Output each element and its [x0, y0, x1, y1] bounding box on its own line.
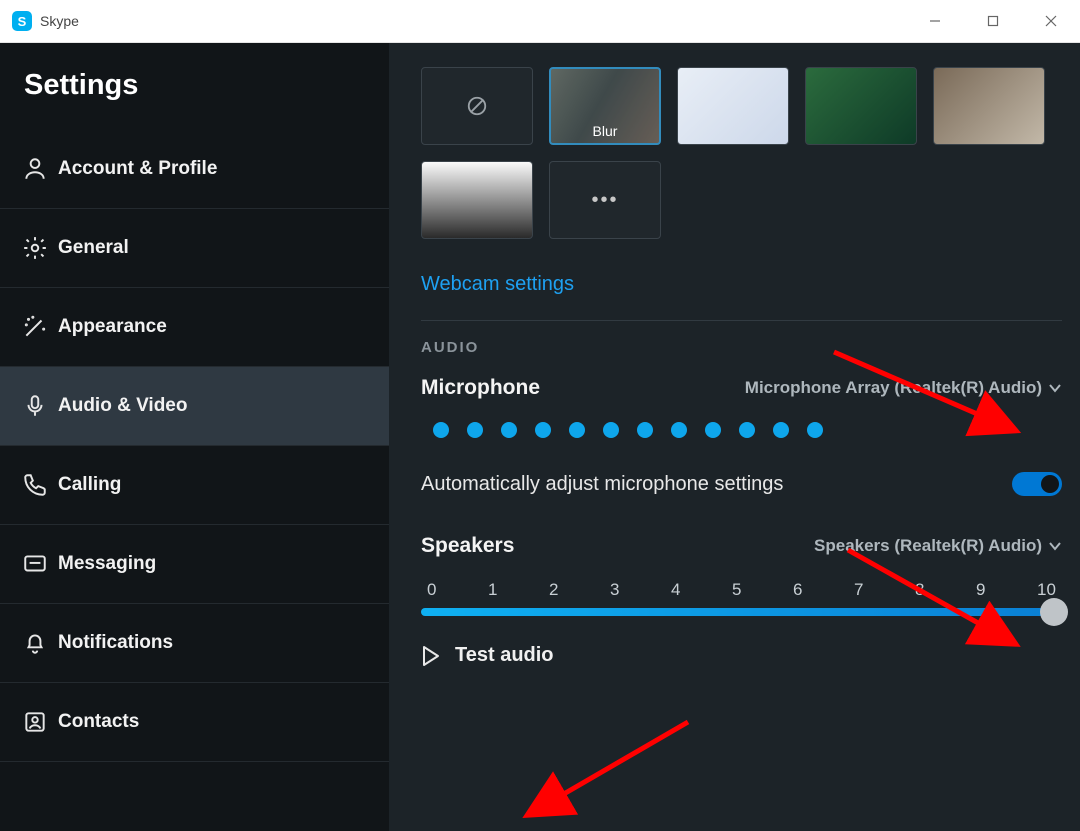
slider-ticks: 0 1 2 3 4 5 6 7 8 9 10	[421, 580, 1062, 608]
mic-level-dot	[603, 422, 619, 438]
slider-tick: 1	[488, 580, 497, 600]
sidebar-item-label: Notifications	[58, 632, 173, 654]
slider-thumb[interactable]	[1040, 598, 1068, 626]
none-icon	[466, 95, 488, 117]
slider-tick: 7	[854, 580, 863, 600]
audio-section-label: AUDIO	[421, 339, 1062, 356]
sidebar-item-notifications[interactable]: Notifications	[0, 604, 389, 683]
gear-icon	[22, 235, 58, 261]
slider-tick: 9	[976, 580, 985, 600]
slider-tick: 3	[610, 580, 619, 600]
minimize-button[interactable]	[906, 0, 964, 43]
auto-adjust-toggle[interactable]	[1012, 472, 1062, 496]
tile-label: Blur	[551, 123, 659, 139]
settings-main-panel: Blur ••• Webcam settings AUDIO Microphone…	[389, 43, 1080, 831]
mic-level-dot	[807, 422, 823, 438]
contacts-icon	[22, 709, 58, 735]
mic-level-dot	[671, 422, 687, 438]
microphone-level-meter	[433, 422, 1062, 438]
settings-title: Settings	[0, 43, 389, 130]
skype-logo-icon: S	[12, 11, 32, 31]
background-tile-more[interactable]: •••	[549, 161, 661, 239]
microphone-device-value: Microphone Array (Realtek(R) Audio)	[745, 378, 1042, 398]
slider-tick: 5	[732, 580, 741, 600]
webcam-settings-link[interactable]: Webcam settings	[421, 273, 574, 296]
mic-level-dot	[433, 422, 449, 438]
background-tile-image3[interactable]	[933, 67, 1045, 145]
slider-tick: 8	[915, 580, 924, 600]
test-audio-label: Test audio	[455, 644, 554, 667]
microphone-device-dropdown[interactable]: Microphone Array (Realtek(R) Audio)	[745, 378, 1062, 398]
slider-tick: 2	[549, 580, 558, 600]
settings-sidebar: Settings Account & Profile General Appeara…	[0, 43, 389, 831]
close-button[interactable]	[1022, 0, 1080, 43]
mic-level-dot	[467, 422, 483, 438]
mic-level-dot	[637, 422, 653, 438]
app-title: Skype	[40, 13, 79, 29]
speakers-label: Speakers	[421, 534, 514, 558]
message-icon	[22, 551, 58, 577]
bell-icon	[22, 630, 58, 656]
sidebar-item-audio-video[interactable]: Audio & Video	[0, 367, 389, 446]
sidebar-item-label: Audio & Video	[58, 395, 187, 417]
mic-icon	[22, 393, 58, 419]
background-tile-image4[interactable]	[421, 161, 533, 239]
mic-level-dot	[705, 422, 721, 438]
sidebar-item-messaging[interactable]: Messaging	[0, 525, 389, 604]
chevron-down-icon	[1048, 381, 1062, 395]
mic-level-dot	[501, 422, 517, 438]
person-icon	[22, 156, 58, 182]
sidebar-item-general[interactable]: General	[0, 209, 389, 288]
slider-tick: 10	[1037, 580, 1056, 600]
slider-tick: 0	[427, 580, 436, 600]
speakers-device-dropdown[interactable]: Speakers (Realtek(R) Audio)	[814, 536, 1062, 556]
sidebar-item-label: Messaging	[58, 553, 156, 575]
sidebar-item-calling[interactable]: Calling	[0, 446, 389, 525]
sidebar-item-label: Appearance	[58, 316, 167, 338]
title-bar: S Skype	[0, 0, 1080, 43]
background-tile-image2[interactable]	[805, 67, 917, 145]
sidebar-item-label: Account & Profile	[58, 158, 217, 180]
mic-level-dot	[773, 422, 789, 438]
slider-tick: 6	[793, 580, 802, 600]
section-divider	[421, 320, 1062, 321]
mic-level-dot	[535, 422, 551, 438]
sidebar-item-account-profile[interactable]: Account & Profile	[0, 130, 389, 209]
sidebar-item-appearance[interactable]: Appearance	[0, 288, 389, 367]
speakers-device-value: Speakers (Realtek(R) Audio)	[814, 536, 1042, 556]
microphone-label: Microphone	[421, 376, 540, 400]
background-tile-image1[interactable]	[677, 67, 789, 145]
sidebar-item-label: Contacts	[58, 711, 139, 733]
sidebar-item-contacts[interactable]: Contacts	[0, 683, 389, 762]
more-icon: •••	[591, 189, 618, 212]
sidebar-item-label: Calling	[58, 474, 121, 496]
maximize-button[interactable]	[964, 0, 1022, 43]
wand-icon	[22, 314, 58, 340]
speaker-volume-slider[interactable]: 0 1 2 3 4 5 6 7 8 9 10	[421, 580, 1062, 616]
background-tile-none[interactable]	[421, 67, 533, 145]
chevron-down-icon	[1048, 539, 1062, 553]
mic-level-dot	[569, 422, 585, 438]
background-tiles-row: Blur •••	[421, 67, 1062, 239]
sidebar-item-label: General	[58, 237, 129, 259]
test-audio-button[interactable]: Test audio	[421, 644, 1062, 667]
mic-level-dot	[739, 422, 755, 438]
phone-icon	[22, 472, 58, 498]
background-tile-blur[interactable]: Blur	[549, 67, 661, 145]
slider-tick: 4	[671, 580, 680, 600]
play-icon	[421, 645, 441, 667]
auto-adjust-label: Automatically adjust microphone settings	[421, 473, 783, 496]
